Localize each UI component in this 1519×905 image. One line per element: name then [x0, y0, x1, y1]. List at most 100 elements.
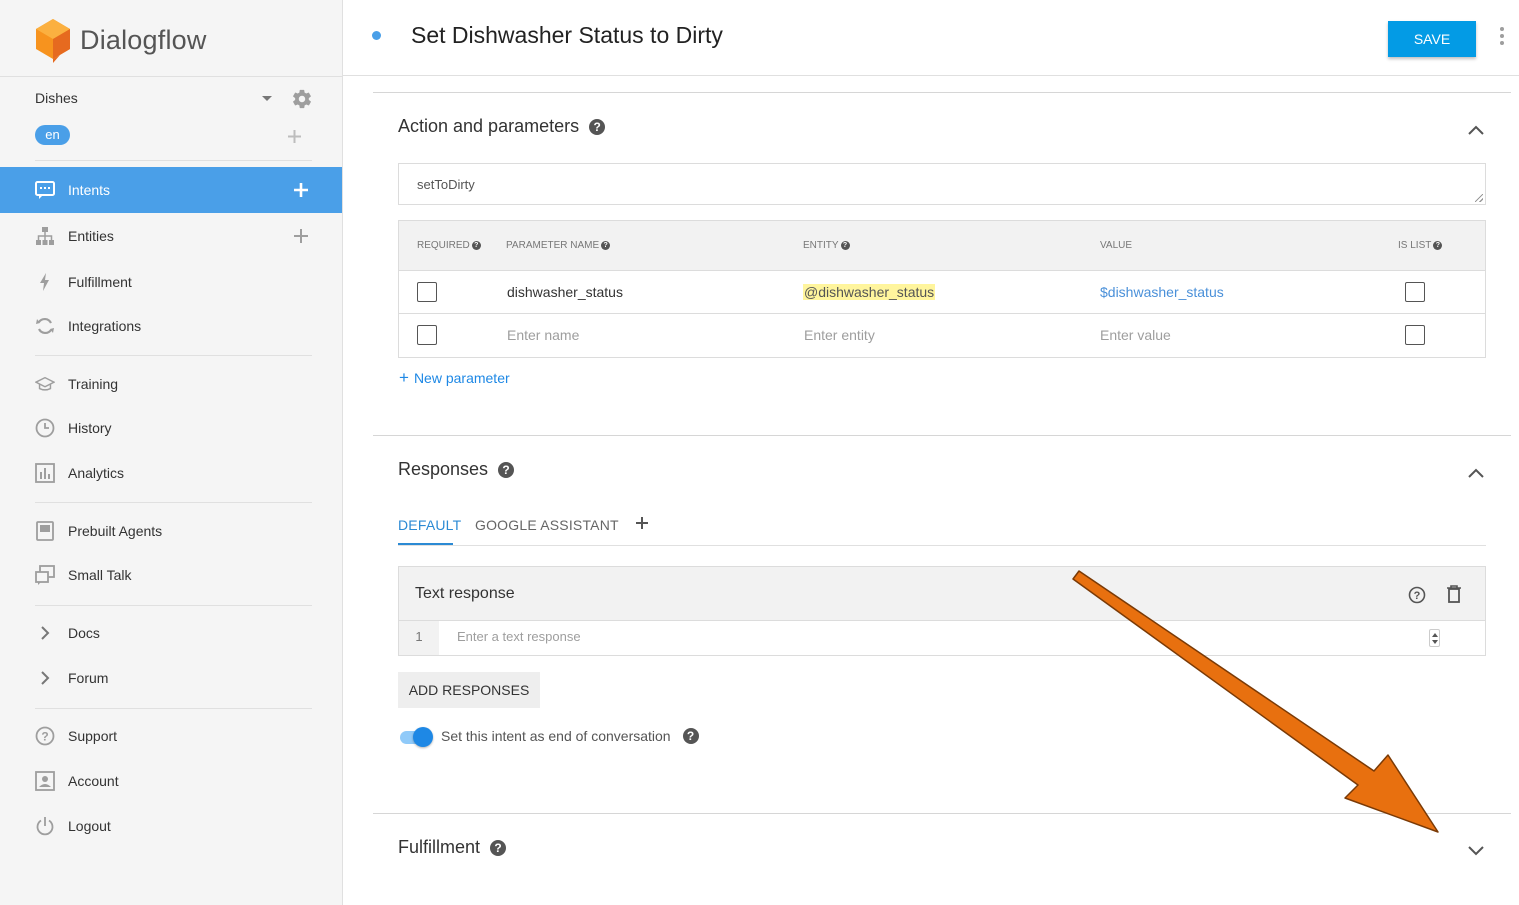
agent-name[interactable]: Dishes [35, 90, 78, 106]
hierarchy-icon [36, 227, 54, 245]
toggle-knob [413, 727, 433, 747]
resize-handle-icon[interactable] [1475, 194, 1483, 202]
text-response-input[interactable]: Enter a text response [457, 629, 581, 644]
sidebar-item-training[interactable]: Training [0, 361, 342, 407]
help-icon[interactable]: ? [589, 118, 606, 135]
is-list-checkbox[interactable] [1405, 325, 1425, 345]
more-vert-icon[interactable] [1498, 27, 1506, 49]
sidebar-item-small-talk[interactable]: Small Talk [0, 552, 342, 598]
help-icon[interactable]: ? [840, 241, 850, 250]
table-row: dishwasher_status @dishwasher_status $di… [399, 271, 1485, 314]
logo[interactable]: Dialogflow [34, 16, 207, 64]
chevron-right-icon [41, 671, 50, 685]
value-cell[interactable]: $dishwasher_status [1100, 284, 1224, 300]
section-title-text: Responses [398, 459, 489, 479]
column-label: PARAMETER NAME [506, 240, 600, 251]
divider [35, 708, 312, 709]
sidebar-item-support[interactable]: ? Support [0, 713, 342, 759]
chevron-up-icon[interactable] [1467, 124, 1485, 136]
spinner-icon[interactable] [1429, 629, 1440, 647]
sidebar-item-history[interactable]: History [0, 405, 342, 451]
sidebar-item-label: History [68, 420, 112, 436]
sidebar-item-entities[interactable]: Entities [0, 213, 342, 259]
sidebar-item-label: Integrations [68, 318, 142, 334]
end-conversation-label: Set this intent as end of conversation [441, 728, 671, 744]
bar-chart-icon [35, 463, 55, 483]
action-name-value: setToDirty [417, 177, 475, 192]
section-title-fulfillment[interactable]: Fulfillment ? [398, 837, 507, 858]
add-intent-icon[interactable] [292, 181, 310, 199]
sync-icon [36, 317, 54, 335]
required-checkbox[interactable] [417, 282, 437, 302]
active-tab-indicator [398, 543, 453, 545]
sidebar-item-docs[interactable]: Docs [0, 610, 342, 656]
save-button[interactable]: SAVE [1388, 21, 1476, 57]
sidebar-item-forum[interactable]: Forum [0, 655, 342, 701]
sidebar-item-label: Training [68, 376, 119, 392]
svg-text:?: ? [41, 730, 48, 744]
is-list-checkbox[interactable] [1405, 282, 1425, 302]
new-parameter-label: New parameter [413, 370, 510, 386]
help-icon[interactable]: ? [682, 728, 699, 744]
add-responses-button[interactable]: ADD RESPONSES [398, 672, 540, 708]
divider [373, 813, 1511, 814]
trash-icon[interactable] [1446, 585, 1462, 603]
column-label: VALUE [1100, 240, 1133, 251]
sidebar-item-integrations[interactable]: Integrations [0, 303, 342, 349]
intent-header: Set Dishwasher Status to Dirty SAVE [343, 0, 1519, 76]
column-header-parameter-name: PARAMETER NAME? [506, 240, 611, 251]
divider [373, 435, 1511, 436]
help-icon[interactable]: ? [1433, 241, 1443, 250]
table-header: REQUIRED? PARAMETER NAME? ENTITY? VALUE … [399, 221, 1485, 271]
help-icon[interactable]: ? [601, 241, 611, 250]
svg-text:?: ? [1414, 590, 1421, 602]
parameter-name-input[interactable]: Enter name [507, 327, 579, 343]
add-language-icon[interactable] [287, 129, 302, 144]
language-chip[interactable]: en [35, 125, 70, 145]
add-entity-icon[interactable] [292, 227, 310, 245]
help-icon[interactable]: ? [490, 839, 507, 856]
action-name-input[interactable]: setToDirty [398, 163, 1486, 205]
required-checkbox[interactable] [417, 325, 437, 345]
sidebar-item-intents[interactable]: Intents [0, 167, 342, 213]
parameter-name-cell[interactable]: dishwasher_status [507, 284, 623, 300]
entity-input[interactable]: Enter entity [804, 327, 875, 343]
value-input[interactable]: Enter value [1100, 327, 1171, 343]
gear-icon[interactable] [291, 88, 313, 110]
chevron-up-icon[interactable] [1467, 467, 1485, 479]
graduation-cap-icon [35, 376, 55, 391]
divider [35, 355, 312, 356]
sidebar-item-fulfillment[interactable]: Fulfillment [0, 259, 342, 305]
sidebar-item-label: Docs [68, 625, 100, 641]
help-icon[interactable]: ? [498, 461, 515, 478]
tab-google-assistant[interactable]: GOOGLE ASSISTANT [475, 517, 619, 533]
section-title-responses[interactable]: Responses ? [398, 459, 515, 480]
tab-default[interactable]: DEFAULT [398, 517, 461, 533]
end-conversation-toggle[interactable] [398, 726, 434, 748]
column-header-value: VALUE [1100, 240, 1132, 251]
sidebar-item-account[interactable]: Account [0, 758, 342, 804]
status-dot [372, 31, 381, 40]
intent-title[interactable]: Set Dishwasher Status to Dirty [411, 22, 723, 49]
sidebar-item-label: Support [68, 728, 118, 744]
column-header-entity: ENTITY? [803, 240, 850, 251]
add-platform-icon[interactable] [634, 515, 650, 531]
chevron-down-icon[interactable] [1467, 845, 1485, 857]
text-response-card: Text response ? 1 Enter a text response [398, 566, 1486, 656]
sidebar-item-label: Fulfillment [68, 274, 132, 290]
column-label: IS LIST [1398, 240, 1432, 251]
help-icon[interactable]: ? [471, 241, 481, 250]
lightning-icon [40, 273, 49, 291]
sidebar-item-label: Entities [68, 228, 114, 244]
help-outline-icon[interactable]: ? [1408, 586, 1426, 604]
sidebar-item-logout[interactable]: Logout [0, 803, 342, 849]
column-label: ENTITY [803, 240, 839, 251]
book-icon [36, 521, 54, 541]
new-parameter-link[interactable]: + New parameter [399, 368, 510, 388]
section-title-action[interactable]: Action and parameters ? [398, 116, 606, 137]
sidebar-item-analytics[interactable]: Analytics [0, 450, 342, 496]
column-header-is-list: IS LIST? [1398, 240, 1443, 251]
chevron-down-icon[interactable] [262, 96, 272, 101]
sidebar-item-prebuilt-agents[interactable]: Prebuilt Agents [0, 508, 342, 554]
entity-cell[interactable]: @dishwasher_status [803, 284, 936, 300]
